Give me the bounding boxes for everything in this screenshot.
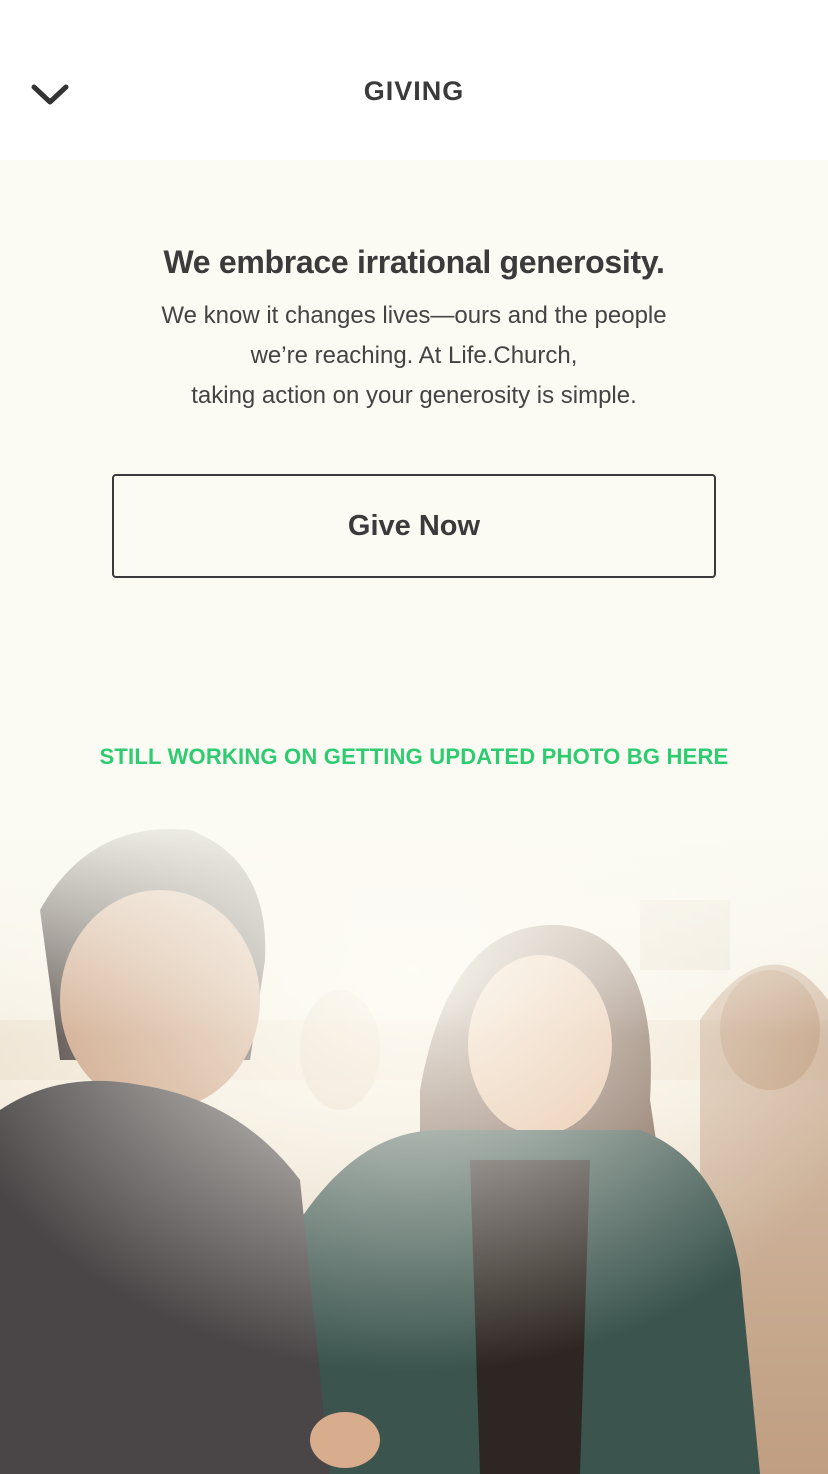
body-line: we’re reaching. At Life.Church, xyxy=(250,342,578,369)
wip-note: STILL WORKING ON GETTING UPDATED PHOTO B… xyxy=(99,744,729,769)
give-now-button[interactable]: Give Now xyxy=(112,474,716,578)
giving-content: We embrace irrational generosity. We kno… xyxy=(0,160,828,1474)
headline: We embrace irrational generosity. xyxy=(163,244,665,280)
body-line: taking action on your generosity is simp… xyxy=(191,382,637,409)
page-title: GIVING xyxy=(363,76,465,106)
background-photo xyxy=(0,800,828,1474)
header-bar: GIVING xyxy=(0,0,828,160)
body-line: We know it changes lives—ours and the pe… xyxy=(161,302,667,329)
body-text: We know it changes lives—ours and the pe… xyxy=(100,296,728,416)
